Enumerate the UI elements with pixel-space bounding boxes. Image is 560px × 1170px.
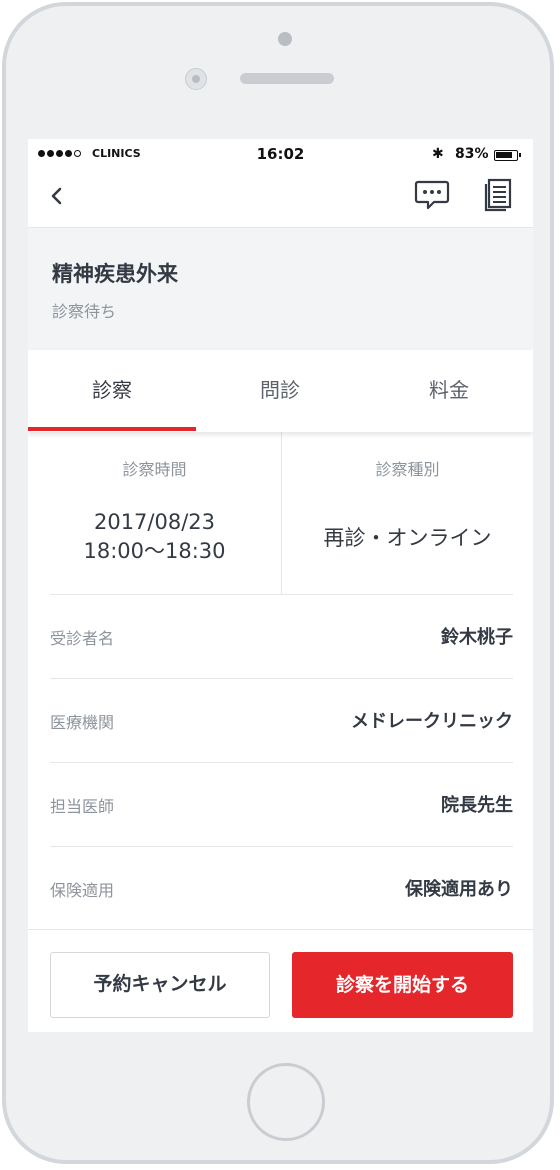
detail-row-insurance: 保険適用 保険適用あり — [50, 846, 513, 930]
navigation-bar — [28, 171, 533, 228]
tab-fee[interactable]: 料金 — [365, 350, 533, 432]
detail-value: メドレークリニック — [351, 711, 513, 732]
detail-label: 医療機関 — [50, 713, 115, 732]
page-title: 精神疾患外来 — [52, 262, 178, 286]
chat-bubble-icon[interactable] — [414, 179, 450, 211]
bluetooth-icon: ✱ — [432, 146, 444, 162]
consultation-time-range: 18:00〜18:30 — [83, 539, 226, 563]
home-button[interactable] — [247, 1063, 325, 1141]
front-sensor — [278, 32, 292, 46]
detail-label: 受診者名 — [50, 629, 115, 648]
detail-value: 鈴木桃子 — [441, 627, 513, 648]
consultation-datetime: 2017/08/23 18:00〜18:30 — [28, 508, 281, 566]
battery-percent: 83% — [455, 146, 489, 162]
detail-row-patient: 受診者名 鈴木桃子 — [50, 594, 513, 678]
detail-label: 担当医師 — [50, 797, 115, 816]
chevron-left-icon[interactable] — [46, 185, 68, 207]
detail-value: 院長先生 — [441, 795, 513, 816]
page-header: 精神疾患外来 診察待ち — [28, 228, 533, 350]
front-camera — [185, 68, 207, 90]
detail-list: 受診者名 鈴木桃子 医療機関 メドレークリニック 担当医師 院長先生 保険適用 … — [50, 594, 513, 930]
consultation-time-block: 診察時間 2017/08/23 18:00〜18:30 — [28, 432, 281, 594]
tab-questionnaire[interactable]: 問診 — [196, 350, 364, 432]
active-tab-indicator — [28, 427, 196, 431]
cancel-reservation-button[interactable]: 予約キャンセル — [50, 952, 270, 1018]
earpiece-speaker — [240, 73, 334, 84]
status-label: 診察待ち — [52, 302, 117, 321]
document-icon[interactable] — [483, 178, 513, 212]
battery-icon — [494, 150, 521, 161]
consultation-type-value: 再診・オンライン — [323, 526, 492, 550]
consultation-summary: 診察時間 2017/08/23 18:00〜18:30 診察種別 再診・オンライ… — [28, 432, 533, 594]
consultation-type-block: 診察種別 再診・オンライン — [282, 432, 533, 594]
consultation-time-label: 診察時間 — [122, 460, 187, 479]
tab-consultation[interactable]: 診察 — [28, 350, 196, 432]
detail-value: 保険適用あり — [405, 879, 513, 900]
consultation-type-label: 診察種別 — [375, 460, 440, 479]
start-consultation-button[interactable]: 診察を開始する — [292, 952, 513, 1018]
app-screen: CLINICS 16:02 ✱ 83% 精神疾患外来 診察待ち 診察 問診 料金… — [28, 139, 533, 1032]
consultation-date: 2017/08/23 — [93, 510, 216, 534]
tab-bar: 診察 問診 料金 — [28, 350, 533, 432]
detail-row-clinic: 医療機関 メドレークリニック — [50, 678, 513, 762]
action-footer: 予約キャンセル 診察を開始する — [28, 929, 533, 1032]
detail-label: 保険適用 — [50, 881, 115, 900]
detail-row-doctor: 担当医師 院長先生 — [50, 762, 513, 846]
status-bar: CLINICS 16:02 ✱ 83% — [28, 139, 533, 171]
